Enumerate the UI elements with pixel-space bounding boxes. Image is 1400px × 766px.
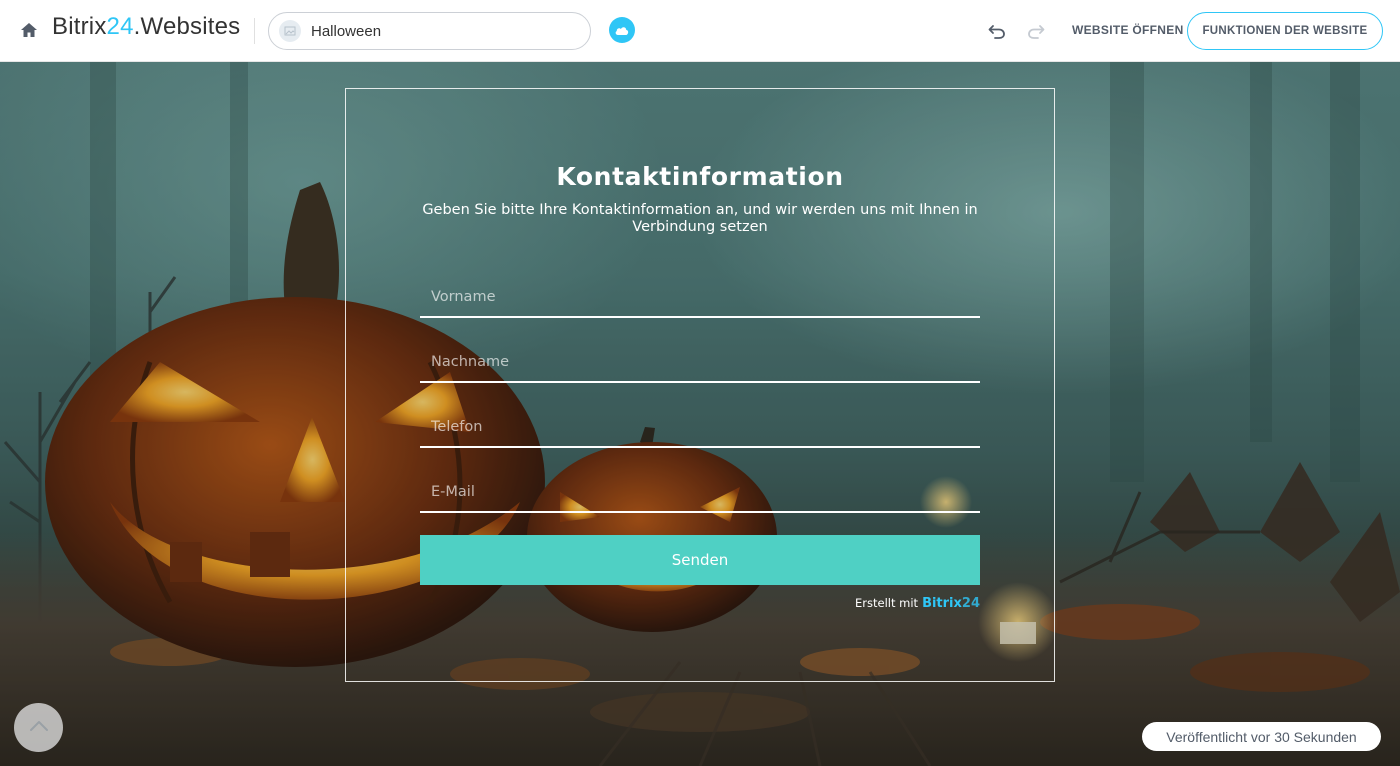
email-input[interactable]	[420, 473, 980, 511]
open-website-link[interactable]: WEBSITE ÖFFNEN	[1072, 23, 1184, 37]
first-name-input[interactable]	[420, 278, 980, 316]
bitrix24-brand: Bitrix24	[922, 596, 980, 611]
arrow-up-icon	[29, 719, 49, 737]
undo-icon[interactable]	[986, 20, 1008, 42]
scroll-to-top-button[interactable]	[14, 703, 63, 752]
submit-button[interactable]: Senden	[420, 535, 980, 585]
last-name-field[interactable]	[420, 343, 980, 383]
top-bar: Bitrix24.Websites Halloween WEBSITE ÖFFN…	[0, 0, 1400, 62]
cloud-icon[interactable]	[609, 17, 635, 43]
home-icon[interactable]	[18, 19, 40, 41]
redo-icon[interactable]	[1025, 20, 1047, 42]
form-title: Kontaktinformation	[556, 162, 844, 191]
first-name-field[interactable]	[420, 278, 980, 318]
last-name-input[interactable]	[420, 343, 980, 381]
divider	[254, 18, 255, 44]
form-subtitle: Geben Sie bitte Ihre Kontaktinformation …	[422, 202, 978, 235]
site-thumbnail-icon	[279, 20, 301, 42]
made-with-label: Erstellt mit	[855, 596, 919, 610]
logo-main: Bitrix	[52, 13, 107, 40]
email-field[interactable]	[420, 473, 980, 513]
phone-input[interactable]	[420, 408, 980, 446]
site-name: Halloween	[311, 22, 382, 40]
site-selector[interactable]: Halloween	[268, 12, 591, 50]
app-logo[interactable]: Bitrix24.Websites	[52, 13, 240, 41]
brand-number: 24	[961, 596, 980, 611]
published-status-badge: Veröffentlicht vor 30 Sekunden	[1142, 722, 1381, 751]
made-with-credit[interactable]: Erstellt mit Bitrix24	[420, 596, 980, 611]
brand-name: Bitrix	[922, 596, 962, 611]
logo-number: 24	[106, 13, 134, 40]
phone-field[interactable]	[420, 408, 980, 448]
logo-suffix: .Websites	[133, 13, 241, 40]
site-functions-button[interactable]: FUNKTIONEN DER WEBSITE	[1187, 12, 1383, 50]
